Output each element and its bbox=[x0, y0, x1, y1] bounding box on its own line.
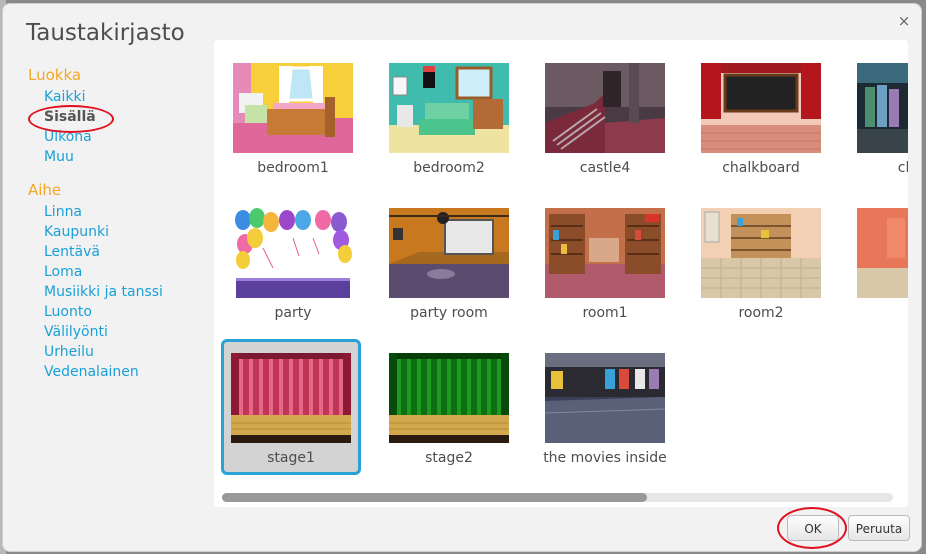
theme-item-kaupunki[interactable]: Kaupunki bbox=[27, 222, 207, 242]
backdrop-tile-stage2[interactable]: stage2 bbox=[379, 339, 519, 475]
theme-item-valilyonti[interactable]: Välilyönti bbox=[27, 322, 207, 342]
backdrop-tile-bedroom1[interactable]: bedroom1 bbox=[223, 49, 363, 185]
backdrop-label: ro bbox=[847, 305, 908, 321]
backdrop-tile-room1[interactable]: room1 bbox=[535, 194, 675, 330]
the-movies-inside-thumbnail bbox=[545, 353, 665, 443]
castle4-thumbnail bbox=[545, 63, 665, 153]
category-item-sisalla[interactable]: Sisällä bbox=[27, 107, 207, 127]
theme-heading: Aihe bbox=[28, 181, 62, 199]
backdrop-tile-the-movies-inside[interactable]: the movies inside bbox=[535, 339, 675, 475]
backdrop-label: the movies inside bbox=[543, 450, 667, 466]
cancel-button[interactable]: Peruuta bbox=[848, 515, 910, 541]
backdrop-label: stage2 bbox=[425, 450, 473, 466]
backdrop-library-dialog: Taustakirjasto × Luokka Kaikki Sisällä U… bbox=[2, 3, 922, 552]
stage2-thumbnail bbox=[389, 353, 509, 443]
backdrop-tile-castle4[interactable]: castle4 bbox=[535, 49, 675, 185]
horizontal-scrollbar[interactable] bbox=[222, 493, 893, 502]
room1-thumbnail bbox=[545, 208, 665, 298]
backdrop-tile-clothi[interactable]: clothi bbox=[847, 49, 908, 185]
backdrop-label: stage1 bbox=[267, 450, 315, 466]
room2-thumbnail bbox=[701, 208, 821, 298]
backdrop-tile-room2[interactable]: room2 bbox=[691, 194, 831, 330]
category-item-kaikki[interactable]: Kaikki bbox=[27, 87, 207, 107]
theme-item-urheilu[interactable]: Urheilu bbox=[27, 342, 207, 362]
backdrop-label: clothi bbox=[897, 160, 908, 176]
theme-item-vedenalainen[interactable]: Vedenalainen bbox=[27, 362, 207, 382]
category-heading: Luokka bbox=[28, 66, 82, 84]
theme-item-luonto[interactable]: Luonto bbox=[27, 302, 207, 322]
ok-button[interactable]: OK bbox=[787, 515, 839, 541]
backdrop-tile-stage1[interactable]: stage1 bbox=[221, 339, 361, 475]
backdrop-label: room1 bbox=[582, 305, 628, 321]
backdrop-label: bedroom1 bbox=[257, 160, 329, 176]
dialog-title: Taustakirjasto bbox=[26, 20, 185, 46]
backdrop-label: party room bbox=[410, 305, 488, 321]
backdrop-tile-party[interactable]: party bbox=[223, 194, 363, 330]
backdrop-tile-ro[interactable]: ro bbox=[847, 194, 908, 330]
bedroom1-thumbnail bbox=[233, 63, 353, 153]
chalkboard-thumbnail bbox=[701, 63, 821, 153]
backdrop-label: bedroom2 bbox=[413, 160, 485, 176]
backdrop-grid: bedroom1 bedroom2 castle4 chalkboard cl … bbox=[214, 40, 908, 507]
backdrop-tile-party-room[interactable]: party room bbox=[379, 194, 519, 330]
bedroom2-thumbnail bbox=[389, 63, 509, 153]
backdrop-label: party bbox=[274, 305, 312, 321]
backdrop-tile-chalkboard[interactable]: chalkboard bbox=[691, 49, 831, 185]
theme-item-musiikki-ja-tanssi[interactable]: Musiikki ja tanssi bbox=[27, 282, 207, 302]
backdrop-label: room2 bbox=[738, 305, 784, 321]
category-item-muu[interactable]: Muu bbox=[27, 147, 207, 167]
party-room-thumbnail bbox=[389, 208, 509, 298]
scrollbar-thumb[interactable] bbox=[222, 493, 647, 502]
filter-sidebar: Luokka Kaikki Sisällä Ulkona Muu Aihe Li… bbox=[27, 66, 207, 382]
backdrop-label: chalkboard bbox=[722, 160, 800, 176]
theme-item-loma[interactable]: Loma bbox=[27, 262, 207, 282]
close-icon[interactable]: × bbox=[895, 12, 913, 30]
party-thumbnail bbox=[233, 208, 353, 298]
backdrop-tile-bedroom2[interactable]: bedroom2 bbox=[379, 49, 519, 185]
backdrop-label: castle4 bbox=[579, 160, 631, 176]
theme-item-linna[interactable]: Linna bbox=[27, 202, 207, 222]
clothi-thumbnail bbox=[857, 63, 908, 153]
category-item-ulkona[interactable]: Ulkona bbox=[27, 127, 207, 147]
theme-item-lentava[interactable]: Lentävä bbox=[27, 242, 207, 262]
ro-thumbnail bbox=[857, 208, 908, 298]
stage1-thumbnail bbox=[231, 353, 351, 443]
